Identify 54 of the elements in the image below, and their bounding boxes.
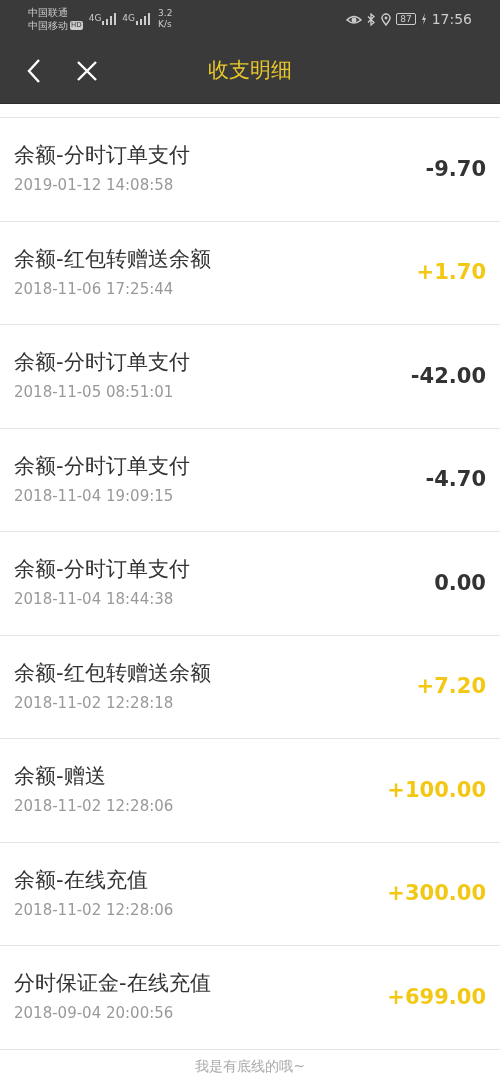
transaction-row[interactable]: 余额-在线充值 2018-11-02 12:28:06 +300.00 <box>0 842 500 946</box>
transaction-row[interactable]: 余额-红包转赠送余额 2018-11-02 12:28:18 +7.20 <box>0 635 500 739</box>
location-icon <box>381 12 392 26</box>
transaction-title: 余额-分时订单支付 <box>14 349 190 375</box>
clock-time: 17:56 <box>431 9 472 29</box>
transaction-time: 2019-01-12 14:08:58 <box>14 175 175 196</box>
eye-icon <box>346 13 363 25</box>
transaction-time: 2018-11-04 18:44:38 <box>14 589 175 610</box>
transaction-title: 余额-赠送 <box>14 763 107 789</box>
transaction-time: 2018-11-06 17:25:44 <box>14 278 175 300</box>
transaction-row[interactable]: 分时保证金-在线充值 2018-09-04 20:00:56 +699.00 <box>0 946 500 1050</box>
signal-icon <box>136 13 151 25</box>
signal-icon <box>102 13 117 25</box>
transaction-title: 余额-红包转赠送余额 <box>14 659 211 686</box>
transaction-title: 分时保证金-在线充值 <box>14 970 211 996</box>
transaction-row[interactable]: 余额-红包转赠送余额 2018-11-06 17:25:44 +1.70 <box>0 221 500 325</box>
transaction-title: 余额-分时订单支付 <box>14 452 190 479</box>
transaction-row[interactable]: 余额-赠送 2018-11-02 12:28:06 +100.00 <box>0 739 500 843</box>
network-speed-unit: K/s <box>158 19 173 30</box>
transaction-time: 2018-11-02 12:28:06 <box>14 796 174 817</box>
transaction-amount: -42.00 <box>410 362 486 390</box>
list-end-text: 我是有底线的哦~ <box>195 1057 305 1077</box>
transaction-title: 余额-在线充值 <box>14 866 149 893</box>
transaction-amount: +300.00 <box>387 880 486 907</box>
transaction-amount: -9.70 <box>425 155 486 183</box>
transaction-amount: +7.20 <box>416 673 486 700</box>
close-icon <box>76 59 98 82</box>
transaction-row[interactable]: 余额-分时订单支付 2018-11-04 19:09:15 -4.70 <box>0 428 500 532</box>
transaction-title: 余额-红包转赠送余额 <box>14 245 211 272</box>
back-icon <box>27 57 41 84</box>
transaction-time: 2018-11-02 12:28:06 <box>14 899 174 921</box>
battery-level: 87 <box>396 13 416 25</box>
transaction-amount: +100.00 <box>387 776 486 804</box>
bluetooth-icon <box>367 12 377 26</box>
transaction-time: 2018-11-04 19:09:15 <box>14 485 175 507</box>
transaction-title: 余额-分时订单支付 <box>14 142 190 168</box>
transaction-time: 2018-11-02 12:28:18 <box>14 692 175 714</box>
network-label: 4G <box>122 13 136 23</box>
transaction-row[interactable]: 余额-分时订单支付 2019-01-12 14:08:58 -9.70 <box>0 118 500 222</box>
charging-icon <box>420 13 427 25</box>
network-label: 4G <box>88 13 102 23</box>
transaction-amount: 0.00 <box>434 569 486 597</box>
network-speed: 3.2 <box>158 8 173 19</box>
transaction-row[interactable]: 余额-分时订单支付 2018-11-05 08:51:01 -42.00 <box>0 325 500 429</box>
transaction-amount: +699.00 <box>387 983 486 1011</box>
transaction-row[interactable]: 余额-分时订单支付 2018-11-04 18:44:38 0.00 <box>0 532 500 636</box>
carrier-name: 中国联通 <box>28 6 69 19</box>
transaction-amount: -4.70 <box>425 466 486 493</box>
transaction-title: 余额-分时订单支付 <box>14 556 190 582</box>
transaction-time: 2018-09-04 20:00:56 <box>14 1003 175 1024</box>
transaction-time: 2018-11-05 08:51:01 <box>14 382 175 403</box>
page-title: 收支明细 <box>208 56 292 84</box>
carrier-name: 中国移动 <box>28 19 68 32</box>
transaction-amount: +1.70 <box>416 259 486 286</box>
